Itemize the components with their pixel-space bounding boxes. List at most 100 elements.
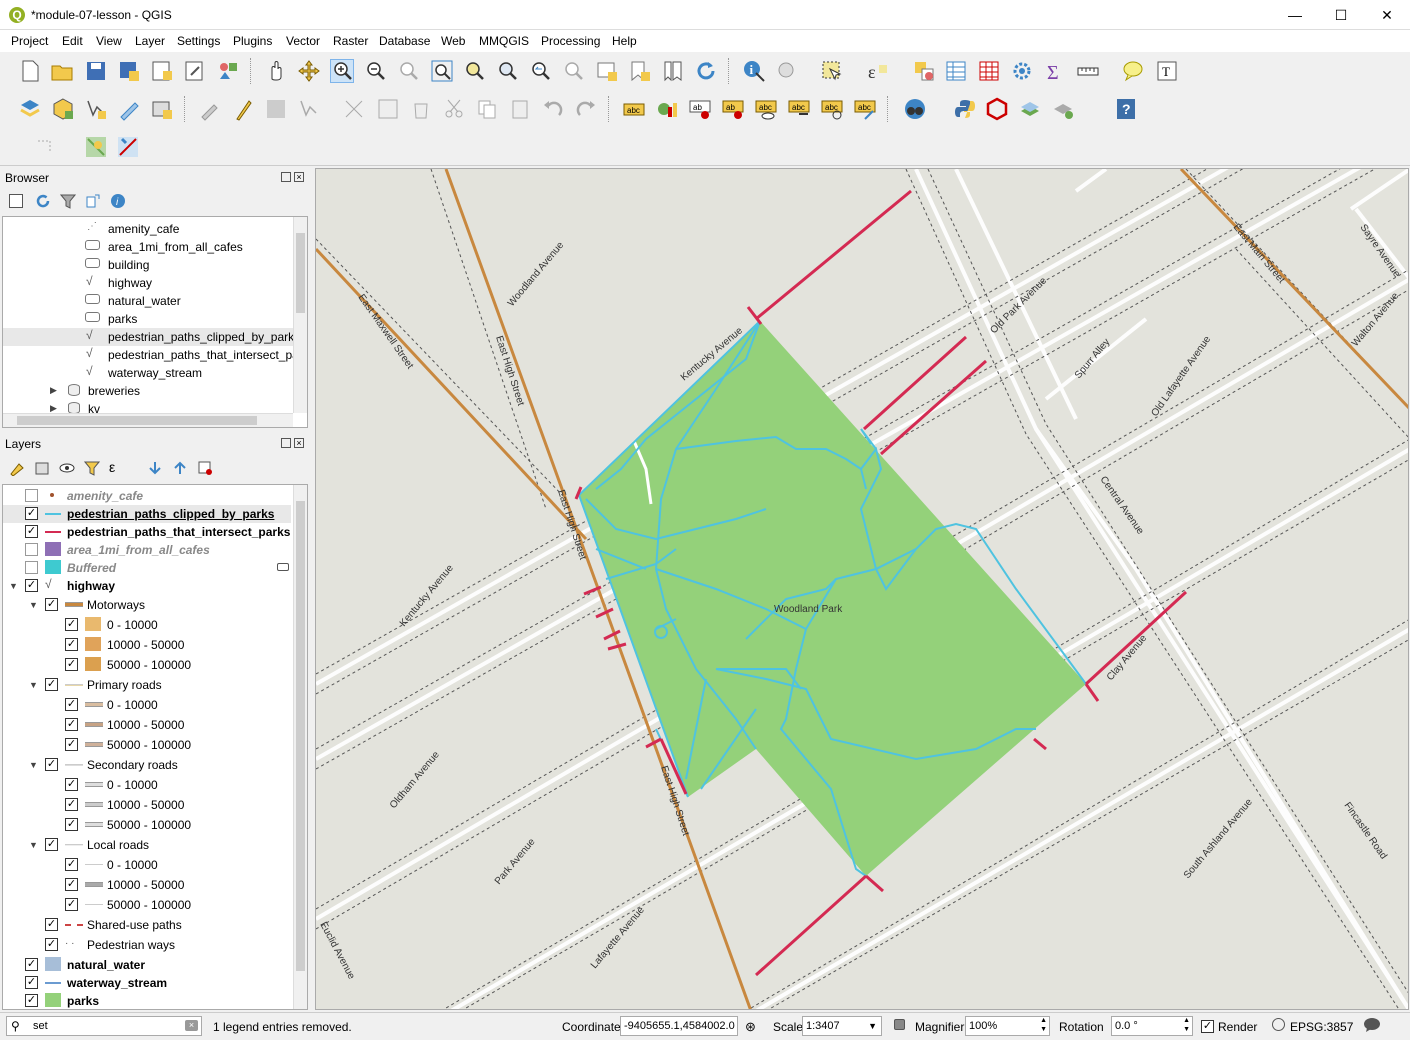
move-label-icon[interactable]: abc [787,97,811,121]
edits-icon[interactable] [198,97,222,121]
layer-visibility-checkbox[interactable]: ✓ [25,994,38,1007]
scrollbar-thumb[interactable] [17,416,257,425]
layer-tree-item[interactable]: ✓ Shared-use paths [3,916,291,934]
layer-tree-item[interactable]: ✓ 0 - 10000 [3,776,291,794]
save-as-icon[interactable] [117,59,141,83]
select-by-expression-icon[interactable]: ε [866,59,890,83]
style-manager-icon[interactable] [216,59,240,83]
collapse-all-icon[interactable] [85,193,101,212]
layers-close-icon[interactable]: × [294,438,304,448]
layer-tree-item[interactable]: ✓ waterway_stream [3,974,291,992]
layer-visibility-checkbox[interactable]: ✓ [25,958,38,971]
add-layer-dropdown-icon[interactable] [1051,97,1075,121]
redo-icon[interactable] [574,97,598,121]
style-panel-icon[interactable] [9,460,25,479]
add-group-icon[interactable] [34,460,50,479]
add-feature-icon[interactable] [297,97,321,121]
virtual-layer-icon[interactable] [150,97,174,121]
vertex-tool-icon[interactable] [342,97,366,121]
browser-item[interactable]: ▶ breweries [3,382,293,400]
layer-visibility-checkbox[interactable]: ✓ [65,778,78,791]
layer-visibility-checkbox[interactable]: ✓ [45,938,58,951]
statistics-icon[interactable]: Σ [1043,59,1067,84]
spin-arrows-icon[interactable]: ▲ ▼ [1040,1016,1047,1034]
menu-plugins[interactable]: Plugins [233,34,272,48]
pan-map-icon[interactable] [264,59,288,83]
menu-help[interactable]: Help [612,34,637,48]
browser-item[interactable]: ⋰ amenity_cafe [3,220,293,238]
undo-icon[interactable] [541,97,565,121]
map-svg[interactable]: Woodland Park Woodland Avenue East Maxwe… [316,169,1409,1010]
browser-float-icon[interactable] [281,172,291,182]
layer-visibility-checkbox[interactable]: ✓ [25,525,38,538]
layer-tree-item[interactable]: Buffered [3,559,291,577]
browser-item[interactable]: building [3,256,293,274]
digitize-icon[interactable] [117,97,141,121]
layer-tree-item[interactable]: ✓ 10000 - 50000 [3,716,291,734]
menu-settings[interactable]: Settings [177,34,220,48]
scrollbar-thumb[interactable] [296,501,305,971]
properties-icon[interactable]: i [110,193,126,212]
menu-web[interactable]: Web [441,34,465,48]
layer-tree-item[interactable]: ✓ 0 - 10000 [3,696,291,714]
show-bookmarks-icon[interactable] [661,59,685,83]
help-icon[interactable]: ? [1114,97,1138,121]
layer-tree-item[interactable]: ✓ parks [3,992,291,1009]
filter-by-expression-icon[interactable]: ε [109,459,115,475]
layer-visibility-checkbox[interactable] [25,543,38,556]
menu-processing[interactable]: Processing [541,34,600,48]
close-button[interactable]: ✕ [1364,0,1410,30]
layer-visibility-checkbox[interactable]: ✓ [45,838,58,851]
layer-visibility-checkbox[interactable]: ✓ [45,678,58,691]
save-project-icon[interactable] [84,59,108,83]
zoom-out-icon[interactable] [364,59,388,83]
expand-arrow-icon[interactable]: ▶ [50,385,57,396]
add-selected-layers-icon[interactable] [9,194,23,208]
change-label-icon[interactable]: abc [853,97,877,121]
layer-visibility-checkbox[interactable]: ✓ [65,698,78,711]
layer-tree-item[interactable]: ✓ natural_water [3,956,291,974]
browser-item[interactable]: √ waterway_stream [3,364,293,382]
filter-legend-icon[interactable] [83,460,101,479]
osm-download-icon[interactable] [903,97,927,121]
toggle-editing-icon[interactable] [231,97,255,121]
layer-visibility-checkbox[interactable] [25,489,38,502]
collapse-all-icon[interactable] [172,460,188,479]
layer-tree-item[interactable]: area_1mi_from_all_cafes [3,541,291,559]
filter-browser-icon[interactable] [59,193,77,212]
lock-scale-icon[interactable] [894,1019,905,1030]
new-print-layout-icon[interactable] [150,59,174,83]
maximize-button[interactable]: ☐ [1318,0,1364,30]
refresh-icon[interactable] [694,59,718,83]
zoom-to-layer-icon[interactable] [496,59,520,83]
zoom-to-selection-icon[interactable] [463,59,487,83]
scale-bar-icon[interactable] [34,135,58,159]
crs-globe-icon[interactable] [1272,1018,1285,1031]
layer-visibility-checkbox[interactable]: ✓ [25,976,38,989]
browser-item[interactable]: √ pedestrian_paths_that_intersect_par [3,346,293,364]
open-project-icon[interactable] [50,59,74,83]
browser-item[interactable]: √ highway [3,274,293,292]
menu-edit[interactable]: Edit [62,34,83,48]
layer-tree-item[interactable]: ✓ 10000 - 50000 [3,876,291,894]
browser-item[interactable]: natural_water [3,292,293,310]
menu-layer[interactable]: Layer [135,34,165,48]
layer-tree-item[interactable]: ▼ ✓ Primary roads [3,676,291,694]
minimize-button[interactable]: — [1272,0,1318,30]
layer-visibility-checkbox[interactable]: ✓ [65,738,78,751]
scrollbar-thumb[interactable] [296,233,305,313]
zoom-in-icon[interactable] [330,59,354,83]
layer-tree-item[interactable]: ▼ ✓ Motorways [3,596,291,614]
layer-visibility-checkbox[interactable]: ✓ [65,638,78,651]
refresh-browser-icon[interactable] [35,193,51,212]
menu-project[interactable]: Project [11,34,48,48]
menu-mmqgis[interactable]: MMQGIS [479,34,529,48]
layer-tree-item[interactable]: amenity_cafe [3,487,291,505]
new-project-icon[interactable] [18,59,42,83]
layer-visibility-checkbox[interactable]: ✓ [65,618,78,631]
layer-visibility-checkbox[interactable]: ✓ [65,898,78,911]
layer-visibility-checkbox[interactable]: ✓ [65,858,78,871]
browser-vertical-scrollbar[interactable] [293,217,307,413]
layer-visibility-checkbox[interactable]: ✓ [45,598,58,611]
browser-item[interactable]: parks [3,310,293,328]
